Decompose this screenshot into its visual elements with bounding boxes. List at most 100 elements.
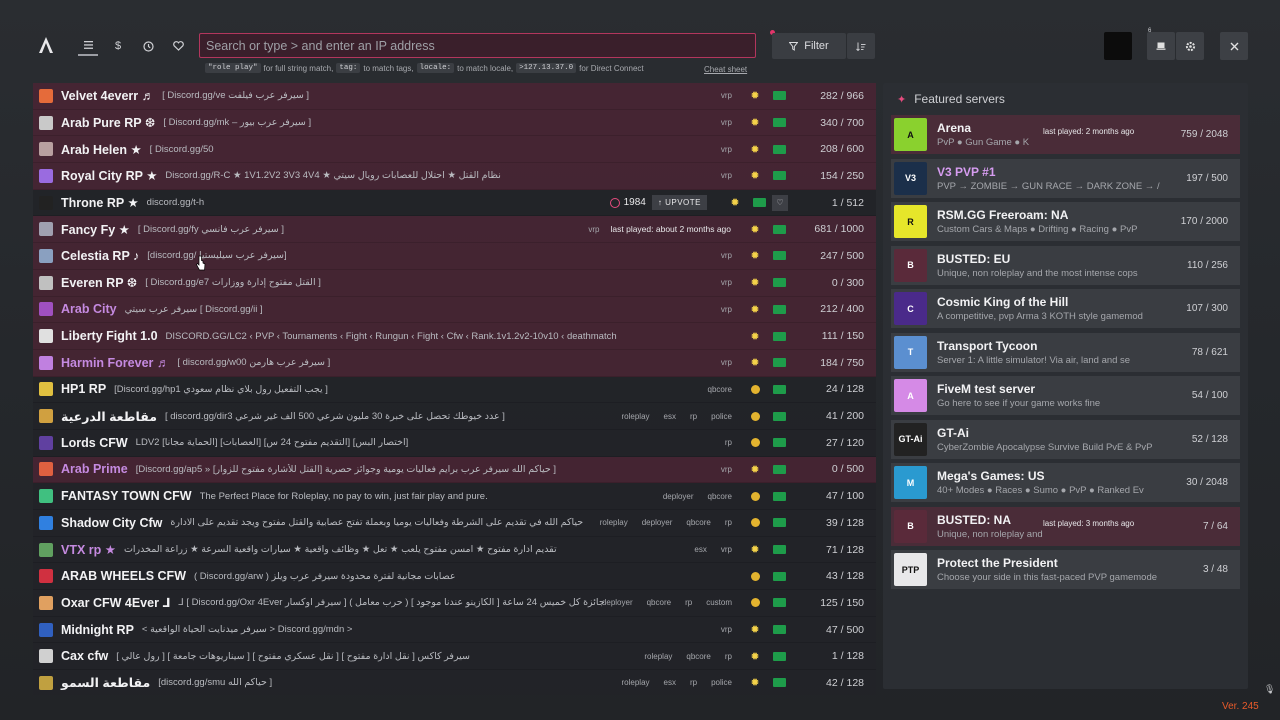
heart-icon[interactable] (168, 36, 188, 56)
server-tag[interactable]: rp (682, 597, 695, 608)
featured-server-card[interactable]: C Cosmic King of the Hill A competitive, p… (891, 289, 1240, 328)
server-tag[interactable]: esx (691, 544, 709, 555)
server-tag[interactable]: roleplay (619, 411, 653, 422)
server-row[interactable]: Fancy Fy ★ [ Discord.gg/fy سيرفر عرب فانس… (33, 216, 876, 244)
server-tag[interactable]: vrp (718, 170, 735, 181)
featured-server-icon: B (894, 248, 927, 282)
server-tag[interactable]: vrp (718, 357, 735, 368)
search-input[interactable] (206, 38, 755, 53)
server-row[interactable]: Lords CFW LDV2 [الحماية مجانا] [العصابات]… (33, 429, 876, 457)
server-tag[interactable]: rp (687, 677, 700, 688)
server-row[interactable]: Everen RP ❆ [ Discord.gg/e7 القتل مفتوح إ… (33, 269, 876, 297)
server-row[interactable]: Liberty Fight 1.0 DISCORD.GG/LC2 ‹ PVP ‹ … (33, 323, 876, 350)
sort-button[interactable] (847, 33, 875, 59)
app-logo-icon[interactable] (38, 36, 54, 54)
featured-server-icon: T (894, 335, 927, 369)
server-tag[interactable]: vrp (718, 277, 735, 288)
server-tag[interactable]: roleplay (641, 651, 675, 662)
server-tag[interactable]: rp (722, 437, 735, 448)
filter-button[interactable]: Filter (772, 33, 846, 59)
server-tag[interactable]: vrp (718, 544, 735, 555)
player-count: 7 / 64 (1202, 520, 1228, 532)
search-bar[interactable] (199, 33, 756, 58)
notifications-button[interactable] (1147, 32, 1175, 60)
server-tag[interactable]: vrp (718, 624, 735, 635)
server-tags: deployer qbcore rp custom (599, 597, 735, 608)
list-icon[interactable] (78, 36, 98, 56)
server-icon (39, 675, 53, 690)
avatar[interactable] (1104, 32, 1132, 60)
server-tag[interactable]: vrp (718, 144, 735, 155)
server-tag[interactable]: esx (661, 411, 679, 422)
server-row[interactable]: Arab Helen ★ [ Discord.gg/50 vrp ✹ 208 / 600 (33, 136, 876, 164)
featured-server-card[interactable]: GT-Ai GT-Ai CyberZombie Apocalypse Survive… (891, 419, 1240, 459)
featured-server-card[interactable]: PTP Protect the President Choose your side… (891, 550, 1240, 589)
server-tag[interactable]: esx (661, 677, 679, 688)
server-tag[interactable]: vrp (718, 117, 735, 128)
server-tag[interactable]: deployer (639, 517, 676, 528)
close-button[interactable] (1220, 32, 1248, 60)
server-row[interactable]: Royal City RP ★ Discord.gg/R-C ★ 1V1.2V2 … (33, 163, 876, 190)
server-tag[interactable]: custom (703, 597, 735, 608)
server-tag[interactable]: vrp (718, 90, 735, 101)
server-tag[interactable]: rp (722, 517, 735, 528)
cheat-sheet-link[interactable]: Cheat sheet (704, 65, 747, 74)
dollar-icon[interactable]: $ (108, 36, 128, 56)
flag-icon (773, 678, 786, 688)
server-name: Throne RP ★ (61, 196, 139, 211)
server-tag[interactable]: deployer (660, 491, 697, 502)
server-row[interactable]: Arab City سيرفر عرب سيتي [ Discord.gg/ii … (33, 296, 876, 324)
server-tag[interactable]: roleplay (597, 517, 631, 528)
server-row[interactable]: Oxar CFW 4Ever ⅃ ⅃ [ Discord.gg/Oxr 4Ever… (33, 590, 876, 617)
server-row[interactable]: FANTASY TOWN CFW The Perfect Place for Ro… (33, 483, 876, 510)
server-row[interactable]: Midnight RP < سيرفر ميدنايت الحياة الواقع… (33, 616, 876, 644)
server-row[interactable]: HP1 RP [Discord.gg/hp1 يجب التفعيل رول بل… (33, 376, 876, 404)
flag-icon (753, 198, 766, 208)
server-tag[interactable]: qbcore (683, 651, 713, 662)
featured-server-card[interactable]: B BUSTED: EU Unique, non roleplay and the … (891, 245, 1240, 285)
sun-icon: ✹ (750, 223, 760, 236)
upvote-label: UPVOTE (665, 198, 701, 208)
history-icon[interactable] (138, 36, 158, 56)
server-tag[interactable]: qbcore (705, 384, 735, 395)
featured-server-card[interactable]: T Transport Tycoon Server 1: A little simu… (891, 332, 1240, 372)
server-icon (39, 142, 53, 157)
featured-server-card[interactable]: V3 V3 PVP #1 PVP → ZOMBIE → GUN RACE → DAR… (891, 158, 1240, 198)
server-row[interactable]: ARAB WHEELS CFW ( Discord.gg/arw ) عصابات… (33, 563, 876, 591)
server-tag[interactable]: rp (722, 651, 735, 662)
server-tag[interactable]: deployer (599, 597, 636, 608)
settings-button[interactable] (1176, 32, 1204, 60)
server-tag[interactable]: qbcore (644, 597, 674, 608)
featured-server-card[interactable]: B BUSTED: NA Unique, non roleplay and last … (891, 506, 1240, 546)
server-tag[interactable]: vrp (718, 464, 735, 475)
server-row[interactable]: Arab Prime [Discord.gg/ap5 » حياكم الله س… (33, 456, 876, 484)
server-tag[interactable]: vrp (718, 304, 735, 315)
server-row[interactable]: Harmin Forever ♬ [ discord.gg/w00 سيرفر ع… (33, 349, 876, 377)
featured-server-card[interactable]: A FiveM test server Go here to see if your… (891, 376, 1240, 415)
server-tag[interactable]: qbcore (683, 517, 713, 528)
server-row[interactable]: Shadow City Cfw حياكم الله في تقديم على ا… (33, 510, 876, 537)
server-row[interactable]: Throne RP ★ discord.gg/t-h 1984 ↑ UPVOTE ✹ ♡ 1… (33, 189, 876, 217)
server-row[interactable]: Cax cfw سيرفر كاكس [ نقل ادارة مفتوح ] [ … (33, 643, 876, 671)
server-tag[interactable]: police (708, 411, 735, 422)
server-row[interactable]: VTX rp ★ تقديم ادارة مفتوح ★ امسن مفتوح ي… (33, 536, 876, 564)
server-tags: vrp (718, 170, 735, 181)
server-tag[interactable]: police (708, 677, 735, 688)
server-row[interactable]: مقاطعة الدرعية [ discord.gg/dir3 عدد خيوط… (33, 403, 876, 430)
server-row[interactable]: Celestia RP ♪ [discord.gg/ سيرفر عرب سيلي… (33, 243, 876, 270)
featured-server-card[interactable]: R RSM.GG Freeroam: NA Custom Cars & Maps ●… (891, 202, 1240, 241)
server-tag[interactable]: rp (687, 411, 700, 422)
server-tag[interactable]: vrp (718, 250, 735, 261)
server-list[interactable]: Velvet 4everr ♬ [ Discord.gg/ve سيرفر عرب… (33, 83, 876, 695)
server-tag[interactable]: roleplay (619, 677, 653, 688)
server-row[interactable]: مقاطعة السمو [discord.gg/smu حياكم الله ]… (33, 670, 876, 695)
server-tag[interactable]: qbcore (705, 491, 735, 502)
upvote-button[interactable]: ↑ UPVOTE (651, 195, 707, 211)
server-row[interactable]: Velvet 4everr ♬ [ Discord.gg/ve سيرفر عرب… (33, 83, 876, 110)
featured-server-name: V3 PVP #1 (937, 164, 996, 179)
featured-server-card[interactable]: A Arena PvP ● Gun Game ● Klast played: 2 m… (891, 115, 1240, 154)
server-tag[interactable]: vrp (585, 224, 602, 235)
featured-server-card[interactable]: M Mega's Games: US 40+ Modes ● Races ● Sum… (891, 463, 1240, 502)
server-row[interactable]: Arab Pure RP ❆ [ Discord.gg/mk – سيرفر عر… (33, 109, 876, 137)
favorite-heart-icon[interactable]: ♡ (772, 194, 788, 211)
